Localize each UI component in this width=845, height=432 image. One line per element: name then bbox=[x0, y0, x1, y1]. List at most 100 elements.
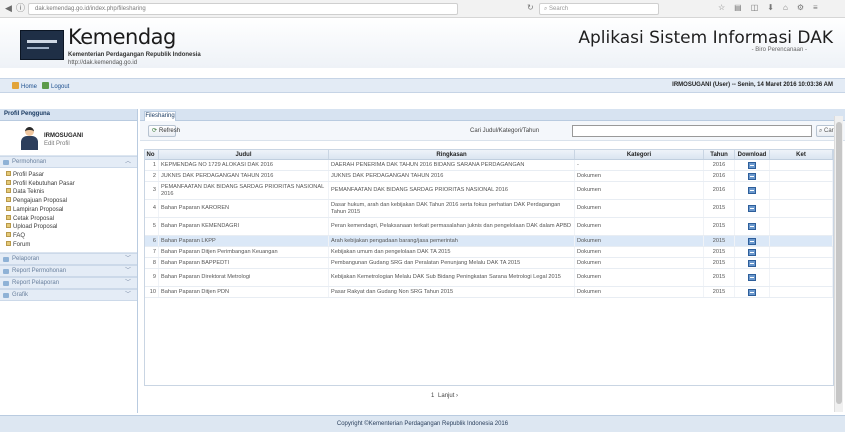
column-header-ringkasan[interactable]: Ringkasan bbox=[329, 150, 575, 159]
table-row[interactable]: 9 Bahan Paparan Direktorat Metrologi Kebij… bbox=[145, 269, 833, 287]
cell-ket bbox=[770, 258, 833, 268]
table-row[interactable]: 1 KEPMENDAG NO 1729 ALOKASI DAK 2016 DAERA… bbox=[145, 160, 833, 171]
reload-icon[interactable]: ↻ bbox=[527, 3, 534, 12]
page-number[interactable]: 1 bbox=[430, 393, 435, 399]
next-page-link[interactable]: Lanjut › bbox=[437, 393, 459, 399]
table-row[interactable]: 8 Bahan Paparan BAPPEDTI Pembangunan Gudan… bbox=[145, 258, 833, 269]
download-file-icon[interactable] bbox=[748, 205, 756, 212]
profile-panel-title: Profil Pengguna bbox=[0, 109, 137, 121]
cell-tahun: 2016 bbox=[704, 182, 735, 199]
cell-kategori: Dokumen bbox=[575, 171, 704, 181]
scrollbar-thumb[interactable] bbox=[836, 122, 842, 404]
download-file-icon[interactable] bbox=[748, 288, 756, 296]
section-pelaporan[interactable]: Pelaporan ﹀ bbox=[0, 253, 137, 266]
pagination: 1 Lanjut › bbox=[430, 393, 459, 399]
cell-no: 8 bbox=[145, 258, 159, 268]
download-file-icon[interactable] bbox=[748, 248, 756, 256]
cell-ket bbox=[770, 218, 833, 235]
cell-ringkasan: Pasar Rakyat dan Gudang Non SRG Tahun 20… bbox=[329, 287, 575, 297]
menu-item-forum[interactable]: Forum bbox=[6, 240, 137, 250]
cell-download bbox=[735, 200, 770, 217]
download-file-icon[interactable] bbox=[748, 161, 756, 169]
table-row[interactable]: 7 Bahan Paparan Ditjen Perimbangan Keuang… bbox=[145, 247, 833, 258]
file-icon bbox=[6, 240, 11, 246]
pocket-icon[interactable]: ◫ bbox=[751, 3, 759, 12]
menu-item-upload-proposal[interactable]: Upload Proposal bbox=[6, 223, 137, 232]
table-row[interactable]: 10 Bahan Paparan Ditjen PDN Pasar Rakyat d… bbox=[145, 287, 833, 298]
chevron-down-icon: ﹀ bbox=[124, 256, 131, 263]
column-header-judul[interactable]: Judul bbox=[159, 150, 329, 159]
file-icon bbox=[6, 179, 11, 185]
profile-name: IRMOSUGANI bbox=[44, 133, 83, 139]
edit-profile-link[interactable]: Edit Profil bbox=[44, 141, 70, 147]
download-icon[interactable]: ⬇ bbox=[767, 3, 774, 12]
section-permohonan[interactable]: Permohonan ︿ bbox=[0, 156, 137, 168]
table-row[interactable]: 4 Bahan Paparan KAROREN Dasar hukum, arah … bbox=[145, 200, 833, 218]
cell-ket bbox=[770, 247, 833, 257]
menu-item-lampiran-proposal[interactable]: Lampiran Proposal bbox=[6, 205, 137, 215]
browser-search-placeholder: Search bbox=[549, 6, 569, 12]
site-info-icon[interactable]: ⓘ bbox=[15, 3, 26, 14]
cell-download bbox=[735, 258, 770, 268]
section-report-pelaporan[interactable]: Report Pelaporan ﹀ bbox=[0, 277, 137, 290]
user-status: IRMOSUGANI (User) -- Senin, 14 Maret 201… bbox=[672, 82, 833, 88]
download-file-icon[interactable] bbox=[748, 223, 756, 230]
column-header-ket[interactable]: Ket bbox=[770, 150, 833, 159]
tab-filesharing[interactable]: Filesharing bbox=[144, 111, 176, 121]
menu-icon[interactable]: ≡ bbox=[813, 3, 818, 12]
address-bar[interactable]: dak.kemendag.go.id/index.php/filesharing bbox=[28, 3, 458, 15]
file-icon bbox=[6, 223, 11, 229]
column-header-no[interactable]: No bbox=[145, 150, 159, 159]
cell-ket bbox=[770, 160, 833, 170]
refresh-button[interactable]: ⟳ Refresh bbox=[148, 125, 180, 137]
cell-kategori: Dokumen bbox=[575, 287, 704, 297]
menu-item-faq[interactable]: FAQ bbox=[6, 231, 137, 241]
browser-search-input[interactable]: ⌕ Search bbox=[539, 3, 659, 15]
cell-download bbox=[735, 182, 770, 199]
bookmark-star-icon[interactable]: ☆ bbox=[718, 3, 725, 12]
table-row[interactable]: 2 JUKNIS DAK PERDAGANGAN TAHUN 2016 JUKNIS… bbox=[145, 171, 833, 182]
section-grafik[interactable]: Grafik ﹀ bbox=[0, 289, 137, 302]
file-icon bbox=[6, 231, 11, 237]
logout-link[interactable]: Logout bbox=[42, 82, 69, 90]
back-icon[interactable]: ◀ bbox=[3, 3, 14, 14]
cell-no: 1 bbox=[145, 160, 159, 170]
menu-item-cetak-proposal[interactable]: Cetak Proposal bbox=[6, 214, 137, 224]
download-file-icon[interactable] bbox=[748, 274, 756, 281]
cell-tahun: 2016 bbox=[704, 171, 735, 181]
file-icon bbox=[6, 171, 11, 176]
home-link[interactable]: Home bbox=[12, 82, 37, 90]
section-report-permohonan[interactable]: Report Permohonan ﹀ bbox=[0, 265, 137, 278]
reading-list-icon[interactable]: ▤ bbox=[734, 3, 742, 12]
download-file-icon[interactable] bbox=[748, 187, 756, 194]
search-icon: ⌕ bbox=[818, 128, 823, 134]
home-icon[interactable]: ⌂ bbox=[783, 3, 788, 12]
brand-title: Kemendag bbox=[68, 25, 176, 49]
menu-item-pengajuan-proposal[interactable]: Pengajuan Proposal bbox=[6, 197, 137, 206]
column-header-download[interactable]: Download bbox=[735, 150, 770, 159]
table-row[interactable]: 5 Bahan Paparan KEMENDAGRI Peran kemendagr… bbox=[145, 218, 833, 236]
search-input[interactable] bbox=[572, 125, 812, 137]
menu-item-profil-pasar[interactable]: Profil Pasar bbox=[6, 171, 137, 180]
file-icon bbox=[6, 214, 11, 220]
cell-ket bbox=[770, 287, 833, 297]
cell-kategori: Dokumen bbox=[575, 269, 704, 286]
column-header-tahun[interactable]: Tahun bbox=[704, 150, 735, 159]
settings-icon[interactable]: ⚙ bbox=[797, 3, 804, 12]
menu-item-data-teknis[interactable]: Data Teknis bbox=[6, 188, 137, 197]
cell-judul: Bahan Paparan BAPPEDTI bbox=[159, 258, 329, 268]
column-header-kategori[interactable]: Kategori bbox=[575, 150, 704, 159]
cell-no: 6 bbox=[145, 236, 159, 246]
cell-tahun: 2015 bbox=[704, 200, 735, 217]
cell-judul: JUKNIS DAK PERDAGANGAN TAHUN 2016 bbox=[159, 171, 329, 181]
vertical-scrollbar[interactable] bbox=[834, 116, 843, 412]
table-row[interactable]: 3 PEMANFAATAN DAK BIDANG SARDAG PRIORITAS… bbox=[145, 182, 833, 200]
cell-judul: Bahan Paparan Ditjen PDN bbox=[159, 287, 329, 297]
menu-item-profil-kebutuhan-pasar[interactable]: Profil Kebutuhan Pasar bbox=[6, 179, 137, 189]
download-file-icon[interactable] bbox=[748, 237, 756, 245]
download-file-icon[interactable] bbox=[748, 259, 756, 267]
download-file-icon[interactable] bbox=[748, 172, 756, 180]
chevron-down-icon: ﹀ bbox=[124, 268, 131, 275]
table-row[interactable]: 6 Bahan Paparan LKPP Arah kebijakan pengad… bbox=[145, 236, 833, 247]
cell-download bbox=[735, 287, 770, 297]
